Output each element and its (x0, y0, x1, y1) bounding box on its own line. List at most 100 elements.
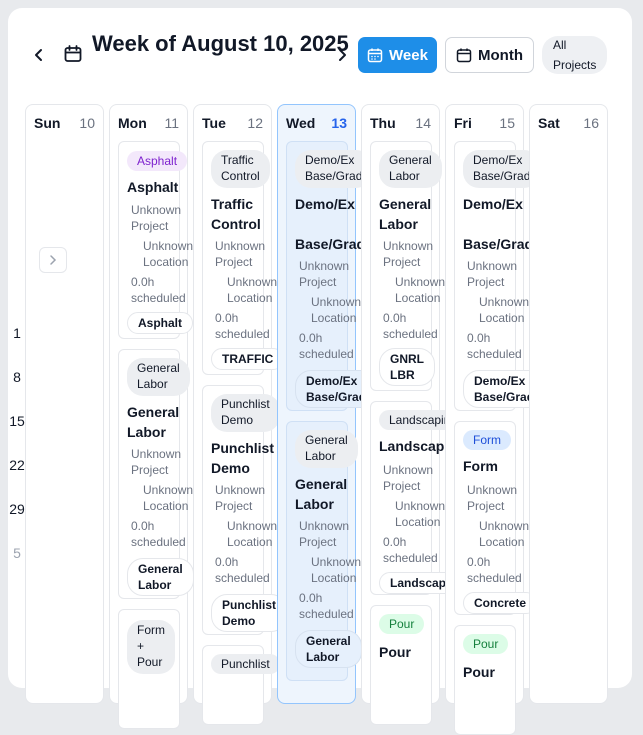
card-title: Traffic (211, 196, 254, 212)
schedule-card[interactable]: Landscapin Landscapin Unknown Project Un… (370, 401, 468, 595)
task-tag: Form + Pour (127, 620, 175, 674)
week-label: Week (389, 46, 428, 64)
card-title: Demo/Ex (463, 196, 523, 212)
tag-line: Traffic (221, 153, 254, 167)
mini-date[interactable]: 22 (7, 457, 27, 473)
crew-tag: Asphalt (127, 312, 194, 334)
project-text: Unknown (215, 483, 266, 497)
schedule-card[interactable]: General Labor General Labor Unknown Proj… (370, 141, 445, 391)
day-name: Wed (286, 115, 316, 131)
schedule-card[interactable]: Form + Pour (118, 609, 180, 729)
task-tag: Punchlist (211, 654, 280, 674)
day-number: 16 (583, 115, 599, 131)
location-text: Location (479, 535, 525, 549)
day-number: 12 (247, 115, 263, 131)
task-tag: Asphalt (127, 151, 188, 171)
day-column-mon[interactable]: Mon 11 Asphalt Asphalt Unknown Project U… (109, 104, 194, 729)
card-title: Punchlist (211, 440, 275, 456)
project-text: Unknown (383, 239, 434, 253)
page-title: Week of August 10, 2025 (92, 31, 349, 56)
tag-line: Base/Grad (473, 169, 531, 183)
day-column-fri[interactable]: Fri 15 Demo/Ex Base/Grad Demo/Ex Base/Gr… (445, 104, 546, 735)
scheduled-text: scheduled (131, 535, 186, 549)
day-column-wed[interactable]: Wed 13 Demo/Ex Base/Grad Demo/Ex Base/Gr… (277, 104, 378, 704)
next-week-button[interactable] (332, 43, 352, 67)
expand-button[interactable] (39, 247, 67, 273)
crew-tag: Punchlist Demo (211, 594, 288, 632)
schedule-card[interactable]: Asphalt Asphalt Unknown Project Unknown … (118, 141, 193, 339)
day-column-tue[interactable]: Tue 12 Traffic Control Traffic Control U… (193, 104, 288, 725)
schedule-card[interactable]: General Labor General Labor Unknown Proj… (118, 349, 194, 599)
project-text: Unknown (131, 447, 182, 461)
day-name: Sat (538, 115, 560, 131)
tag-line: General (138, 562, 183, 576)
project-text: Project (215, 255, 253, 269)
project-text: Project (383, 479, 421, 493)
scheduled-text: scheduled (299, 347, 354, 361)
scheduled-text: scheduled (131, 291, 186, 305)
project-text: Project (467, 499, 505, 513)
schedule-card[interactable]: Traffic Control Traffic Control Unknown … (202, 141, 285, 375)
crew-tag: GNRL LBR (379, 348, 435, 386)
schedule-card[interactable]: Demo/Ex Base/Grad Demo/Ex Base/Grad Unkn… (286, 141, 378, 411)
mini-date[interactable]: 15 (7, 413, 27, 429)
schedule-card[interactable]: Punchlist Demo Punchlist Demo Unknown Pr… (202, 385, 288, 635)
day-name: Tue (202, 115, 226, 131)
location-text: Unknown (395, 275, 446, 289)
project-text: Project (383, 255, 421, 269)
project-text: Unknown (299, 259, 350, 273)
scheduled-text: scheduled (383, 551, 438, 565)
schedule-card[interactable]: General Labor General Labor Unknown Proj… (286, 421, 362, 681)
location-text: Location (395, 291, 441, 305)
hours-text: 0.0h (467, 331, 491, 345)
day-number: 14 (415, 115, 431, 131)
day-column-thu[interactable]: Thu 14 General Labor General Labor Unkno… (361, 104, 468, 725)
tag-line: GNRL (390, 352, 424, 366)
scheduled-text: scheduled (215, 571, 270, 585)
location-text: Location (395, 515, 441, 529)
all-projects-filter[interactable]: All Projects (542, 36, 607, 74)
mini-date[interactable]: 1 (7, 325, 27, 341)
card-title: General (295, 476, 348, 492)
prev-week-button[interactable] (29, 43, 49, 67)
hours-text: 0.0h (383, 535, 407, 549)
location-text: Unknown (227, 275, 278, 289)
project-text: Project (467, 275, 505, 289)
location-text: Unknown (311, 555, 362, 569)
crew-tag: TRAFFIC (211, 348, 285, 370)
location-text: Location (479, 311, 525, 325)
tag-line: Demo/Ex (305, 153, 355, 167)
task-tag: Punchlist Demo (211, 394, 280, 432)
card-title: Control (211, 216, 261, 232)
schedule-card[interactable]: Form Form Unknown Project Unknown Locati… (454, 421, 538, 615)
chevron-left-icon (35, 49, 42, 61)
schedule-card[interactable]: Punchlist (202, 645, 280, 725)
schedule-card[interactable]: Pour Pour (454, 625, 516, 735)
hours-text: 0.0h (467, 555, 491, 569)
tag-line: + (137, 639, 145, 653)
day-column-sat[interactable]: Sat 16 (529, 104, 608, 704)
schedule-card[interactable]: Demo/Ex Base/Grad Demo/Ex Base/Grad Unkn… (454, 141, 546, 411)
day-number: 15 (499, 115, 515, 131)
tag-line: Labor (305, 449, 336, 463)
schedule-card[interactable]: Pour Pour (370, 605, 432, 725)
card-title: General (127, 404, 180, 420)
tag-line: Demo/Ex (474, 374, 526, 388)
task-tag: General Labor (295, 430, 358, 468)
mini-date[interactable]: 29 (7, 501, 27, 517)
day-number: 11 (164, 115, 179, 131)
crew-tag: General Labor (127, 558, 194, 596)
scheduled-text: scheduled (467, 347, 522, 361)
task-tag: General Labor (127, 358, 190, 396)
week-view-button[interactable]: Week (358, 37, 437, 73)
location-text: Location (143, 499, 189, 513)
mini-date[interactable]: 8 (7, 369, 27, 385)
card-title: Demo (211, 460, 250, 476)
day-column-sun[interactable]: Sun 10 (25, 104, 104, 704)
mini-date[interactable]: 5 (7, 545, 27, 561)
card-title: Demo/Ex (295, 196, 355, 212)
tag-line: Labor (306, 650, 340, 664)
month-view-button[interactable]: Month (445, 37, 534, 73)
hours-text: 0.0h (383, 311, 407, 325)
card-title: General (379, 196, 432, 212)
